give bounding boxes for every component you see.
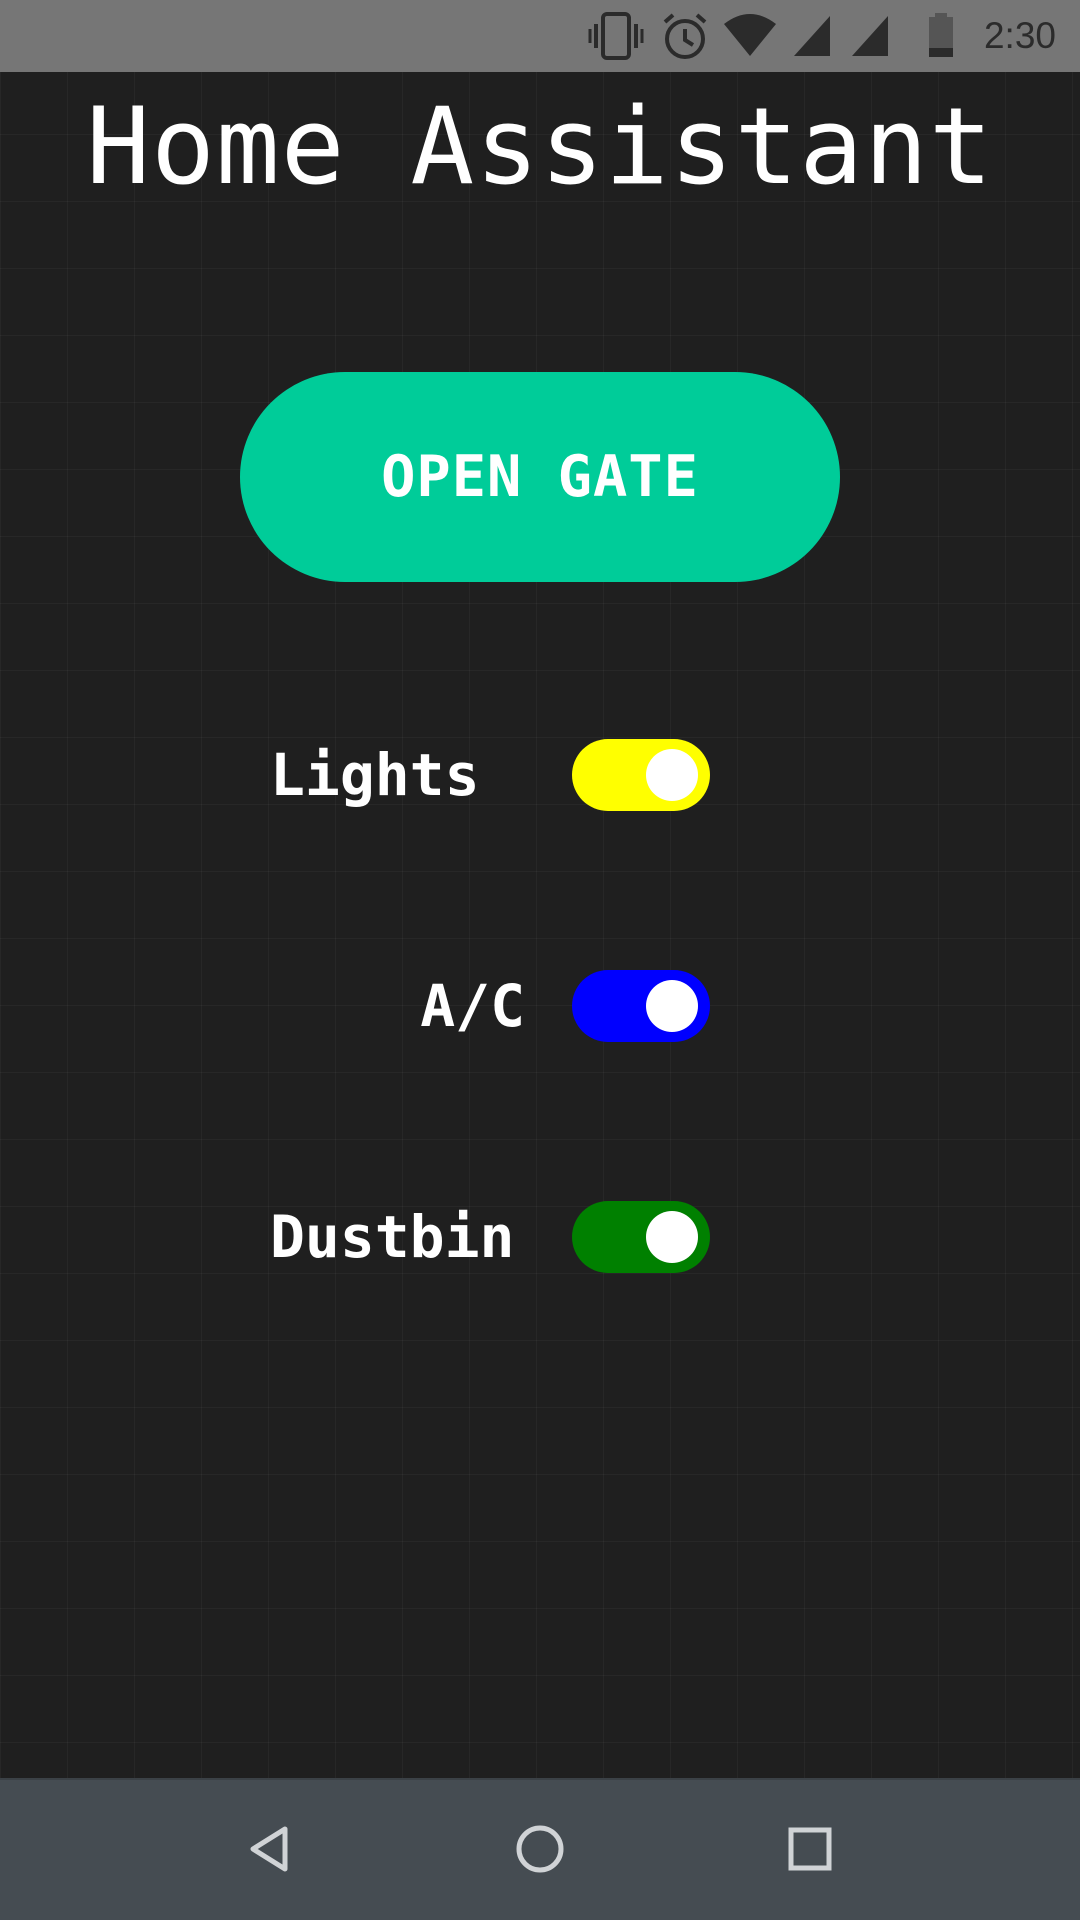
recents-icon [787, 1826, 833, 1876]
home-icon [514, 1823, 566, 1879]
dustbin-toggle[interactable] [572, 1201, 710, 1273]
page-title: Home Assistant [86, 85, 994, 208]
dustbin-row: Dustbin [0, 1201, 1080, 1273]
lights-label: Lights [270, 741, 480, 809]
navigation-bar [0, 1778, 1080, 1920]
battery-icon [926, 12, 956, 64]
ac-toggle[interactable] [572, 970, 710, 1042]
ac-label: A/C [420, 972, 525, 1040]
app-screen: 2:30 Home Assistant OPEN GATE Lights A/C… [0, 0, 1080, 1920]
dustbin-label: Dustbin [270, 1203, 515, 1271]
alarm-icon [660, 12, 710, 64]
status-bar: 2:30 [0, 0, 1080, 72]
recents-button[interactable] [760, 1801, 860, 1901]
lights-row: Lights [0, 739, 1080, 811]
wifi-icon [722, 12, 778, 64]
vibrate-icon [588, 12, 644, 64]
signal-icon [850, 12, 890, 64]
toggle-knob [646, 749, 698, 801]
toggle-knob [646, 980, 698, 1032]
signal-icon [792, 12, 832, 64]
back-icon [245, 1824, 295, 1878]
status-time: 2:30 [983, 15, 1056, 56]
open-gate-button[interactable]: OPEN GATE [240, 372, 840, 582]
ac-row: A/C [0, 970, 1080, 1042]
toggle-knob [646, 1211, 698, 1263]
lights-toggle[interactable] [572, 739, 710, 811]
home-button[interactable] [490, 1801, 590, 1901]
back-button[interactable] [220, 1801, 320, 1901]
